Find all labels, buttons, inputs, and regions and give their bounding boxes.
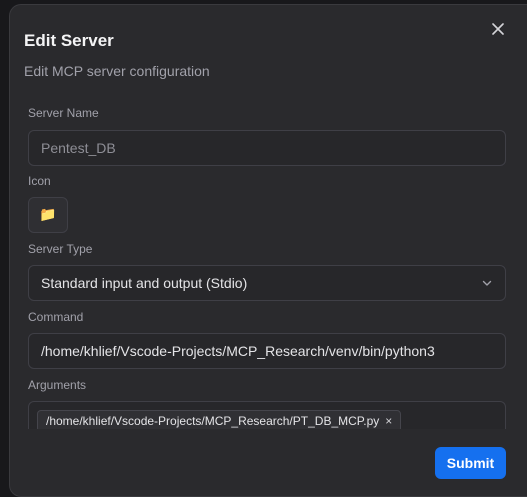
command-label: Command [28, 310, 84, 324]
icon-picker-button[interactable]: 📁 [28, 197, 68, 233]
icon-label: Icon [28, 174, 51, 188]
folder-icon: 📁 [39, 207, 57, 223]
argument-chip-value: /home/khlief/Vscode-Projects/MCP_Researc… [46, 414, 380, 428]
arguments-label: Arguments [28, 378, 87, 392]
server-type-select[interactable]: Standard input and output (Stdio) [28, 265, 506, 301]
submit-button[interactable]: Submit [435, 447, 506, 479]
argument-chip: /home/khlief/Vscode-Projects/MCP_Researc… [37, 410, 402, 429]
close-icon [492, 23, 504, 35]
arguments-input[interactable]: /home/khlief/Vscode-Projects/MCP_Researc… [28, 401, 506, 429]
close-button[interactable] [488, 19, 508, 39]
chevron-down-icon [482, 280, 492, 286]
server-type-value: Standard input and output (Stdio) [41, 275, 248, 291]
edit-server-dialog: Edit Server Edit MCP server configuratio… [9, 4, 527, 497]
remove-argument-icon[interactable]: × [385, 414, 392, 428]
server-name-value: Pentest_DB [41, 140, 116, 156]
server-type-label: Server Type [28, 242, 93, 256]
form-scroll-area[interactable]: Server Name Pentest_DB Icon 📁 Server Typ… [10, 95, 527, 429]
dialog-subtitle: Edit MCP server configuration [24, 63, 210, 79]
server-name-label: Server Name [28, 106, 99, 120]
server-name-input[interactable]: Pentest_DB [28, 130, 506, 166]
command-value: /home/khlief/Vscode-Projects/MCP_Researc… [41, 343, 435, 359]
command-input[interactable]: /home/khlief/Vscode-Projects/MCP_Researc… [28, 333, 506, 369]
dialog-title: Edit Server [24, 31, 114, 50]
